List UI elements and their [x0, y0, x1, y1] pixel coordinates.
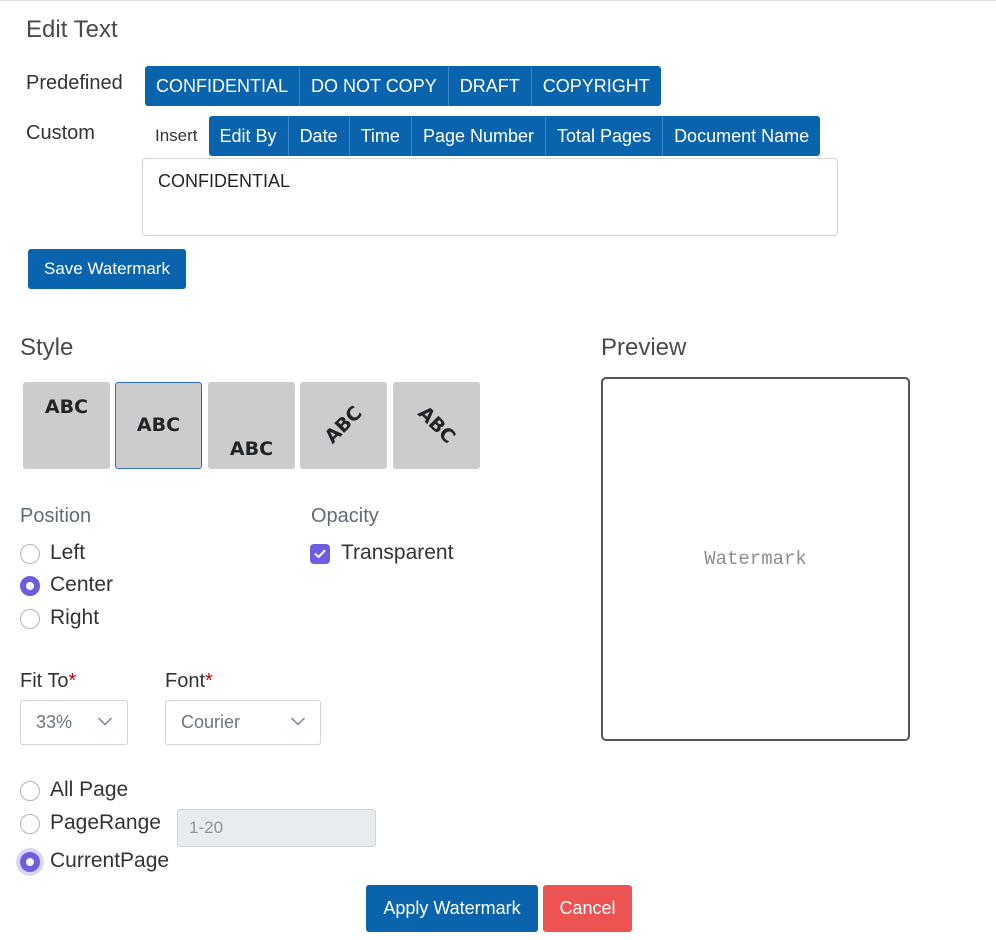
- insert-edit-by-button[interactable]: Edit By: [208, 116, 289, 156]
- insert-total-pages-button[interactable]: Total Pages: [546, 116, 664, 156]
- font-select[interactable]: Courier: [165, 700, 321, 745]
- dialog-title: Edit Text: [26, 16, 118, 43]
- chevron-down-icon: [97, 717, 113, 726]
- predefined-copyright-button[interactable]: COPYRIGHT: [531, 66, 661, 106]
- opacity-label: Opacity: [311, 505, 379, 527]
- font-label: Font*: [165, 670, 213, 693]
- cancel-button[interactable]: Cancel: [543, 885, 632, 932]
- insert-page-number-button[interactable]: Page Number: [411, 116, 546, 156]
- style-tile-text: ABC: [413, 401, 460, 449]
- font-value: Courier: [181, 712, 241, 732]
- preview-watermark-text: Watermark: [704, 548, 807, 570]
- position-left-radio[interactable]: [20, 544, 40, 564]
- predefined-confidential-button[interactable]: CONFIDENTIAL: [145, 66, 301, 106]
- style-tile-diagonal-down[interactable]: ABC: [393, 382, 480, 469]
- transparent-label: Transparent: [341, 541, 454, 564]
- current-page-label: CurrentPage: [50, 849, 170, 872]
- style-tile-diagonal-up[interactable]: ABC: [300, 382, 387, 469]
- style-tile-middle[interactable]: ABC: [115, 382, 202, 469]
- font-label-text: Font: [165, 670, 206, 692]
- position-right-label: Right: [50, 606, 100, 629]
- fit-to-value: 33%: [36, 712, 73, 732]
- all-page-radio[interactable]: [20, 781, 40, 801]
- required-mark: *: [205, 670, 213, 692]
- chevron-down-icon: [290, 717, 306, 726]
- fit-to-label: Fit To*: [20, 670, 76, 693]
- insert-button-group: Insert Edit By Date Time Page Number Tot…: [143, 116, 821, 156]
- insert-time-button[interactable]: Time: [349, 116, 412, 156]
- style-tile-bottom[interactable]: ABC: [208, 382, 295, 469]
- custom-label: Custom: [26, 122, 95, 144]
- position-center-label: Center: [50, 573, 114, 596]
- style-tile-text: ABC: [44, 396, 89, 418]
- style-tile-text: ABC: [320, 401, 367, 449]
- predefined-draft-button[interactable]: DRAFT: [448, 66, 532, 106]
- page-range-radio[interactable]: [20, 814, 40, 834]
- apply-watermark-button[interactable]: Apply Watermark: [366, 885, 538, 932]
- style-tile-top[interactable]: ABC: [23, 382, 110, 469]
- position-label: Position: [20, 505, 92, 527]
- preview-title: Preview: [601, 334, 687, 361]
- insert-date-button[interactable]: Date: [288, 116, 350, 156]
- all-page-label: All Page: [50, 778, 129, 801]
- fit-to-select[interactable]: 33%: [20, 700, 128, 745]
- save-watermark-button[interactable]: Save Watermark: [28, 249, 186, 289]
- transparent-checkbox[interactable]: [310, 544, 330, 564]
- position-center-radio[interactable]: [20, 576, 40, 596]
- position-left-label: Left: [50, 541, 86, 564]
- watermark-text-area[interactable]: CONFIDENTIAL: [142, 158, 838, 236]
- fit-to-label-text: Fit To: [20, 670, 69, 692]
- preview-panel: Watermark: [601, 377, 910, 741]
- predefined-label: Predefined: [26, 72, 123, 94]
- style-tile-text: ABC: [136, 414, 181, 436]
- predefined-do-not-copy-button[interactable]: DO NOT COPY: [300, 66, 449, 106]
- current-page-radio[interactable]: [20, 852, 40, 872]
- page-range-input[interactable]: 1-20: [177, 809, 376, 847]
- position-right-radio[interactable]: [20, 609, 40, 629]
- check-icon: [314, 549, 326, 558]
- required-mark: *: [68, 670, 77, 692]
- style-tile-text: ABC: [229, 438, 274, 460]
- insert-document-name-button[interactable]: Document Name: [663, 116, 821, 156]
- page-range-label: PageRange: [50, 811, 161, 834]
- top-divider: [0, 0, 996, 1]
- style-title: Style: [20, 334, 74, 361]
- insert-label: Insert: [155, 126, 198, 145]
- predefined-button-group: CONFIDENTIAL DO NOT COPY DRAFT COPYRIGHT: [145, 66, 661, 106]
